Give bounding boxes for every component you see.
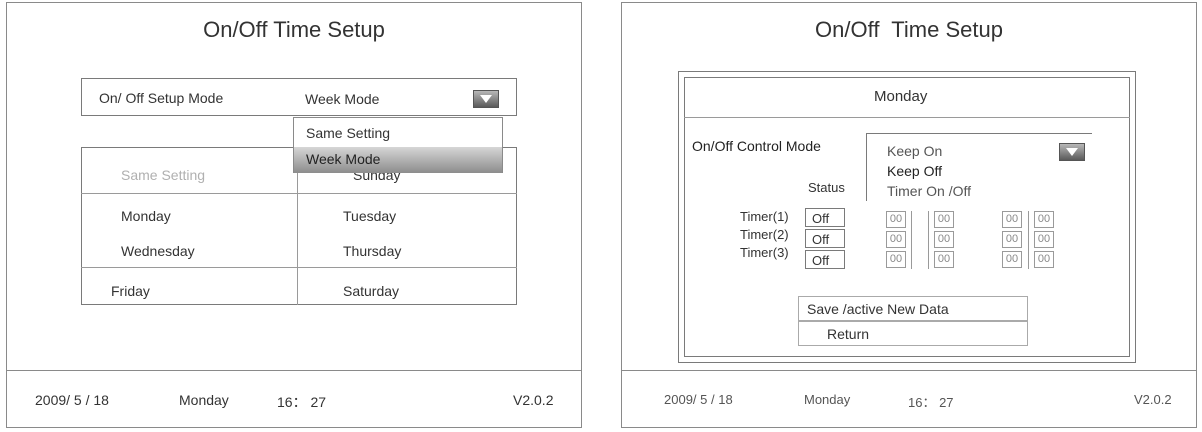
save-button-label: Save /active New Data xyxy=(807,301,949,317)
status-header: Status xyxy=(808,180,845,195)
day-cell-thursday[interactable]: Thursday xyxy=(343,243,401,259)
timer-1-off-minute[interactable]: 00 xyxy=(1034,211,1054,228)
day-grid-line xyxy=(81,193,517,194)
control-option-keep-on[interactable]: Keep On xyxy=(887,143,942,159)
status-version: V2.0.2 xyxy=(513,392,554,408)
timer-2-on-hour[interactable]: 00 xyxy=(886,231,906,248)
day-title: Monday xyxy=(874,88,928,105)
right-screen: On/Off Time Setup Monday On/Off Control … xyxy=(621,2,1197,428)
status-time: 16： 27 xyxy=(277,394,327,410)
status-weekday: Monday xyxy=(804,392,851,407)
save-active-new-data-button[interactable]: Save /active New Data xyxy=(798,296,1028,321)
timer-2-off-hour[interactable]: 00 xyxy=(1002,231,1022,248)
timer-2-off-minute[interactable]: 00 xyxy=(1034,231,1054,248)
timer-3-label: Timer(3) xyxy=(740,245,789,260)
setup-mode-select[interactable]: Week Mode xyxy=(295,87,505,113)
timer-separator xyxy=(928,211,929,269)
timer-2-status[interactable]: Off xyxy=(805,229,845,248)
status-version: V2.0.2 xyxy=(1134,392,1172,407)
chevron-down-icon[interactable] xyxy=(473,90,499,108)
control-mode-label: On/Off Control Mode xyxy=(692,138,821,154)
left-page-title: On/Off Time Setup xyxy=(203,17,385,42)
timer-separator xyxy=(1028,211,1029,269)
timer-2-label: Timer(2) xyxy=(740,227,789,242)
timer-3-status[interactable]: Off xyxy=(805,250,845,269)
day-grid-line xyxy=(81,267,517,268)
timer-1-status-value: Off xyxy=(812,211,830,226)
timer-3-off-hour[interactable]: 00 xyxy=(1002,251,1022,268)
setup-mode-dropdown: Same Setting Week Mode xyxy=(293,117,503,173)
day-cell-same-setting[interactable]: Same Setting xyxy=(121,167,205,183)
dropdown-option-same-setting[interactable]: Same Setting xyxy=(306,125,390,141)
return-button-label: Return xyxy=(827,326,870,342)
timer-1-on-minute[interactable]: 00 xyxy=(934,211,954,228)
timer-1-off-hour[interactable]: 00 xyxy=(1002,211,1022,228)
day-cell-wednesday[interactable]: Wednesday xyxy=(121,243,195,259)
timer-2-on-minute[interactable]: 00 xyxy=(934,231,954,248)
right-status-bar: 2009/ 5 / 18 Monday 16： 27 V2.0.2 xyxy=(622,370,1196,428)
control-option-keep-off[interactable]: Keep Off xyxy=(887,163,942,179)
chevron-down-icon[interactable] xyxy=(1059,143,1085,161)
status-date: 2009/ 5 / 18 xyxy=(35,392,109,408)
timer-1-label: Timer(1) xyxy=(740,209,789,224)
setup-mode-value: Week Mode xyxy=(305,91,380,107)
status-date: 2009/ 5 / 18 xyxy=(664,392,733,407)
timer-3-on-minute[interactable]: 00 xyxy=(934,251,954,268)
left-status-bar: 2009/ 5 / 18 Monday 16： 27 V2.0.2 xyxy=(7,370,581,428)
timer-3-off-minute[interactable]: 00 xyxy=(1034,251,1054,268)
dropdown-option-week-mode[interactable]: Week Mode xyxy=(294,147,502,173)
day-title-divider xyxy=(684,117,1130,118)
right-page-title: On/Off Time Setup xyxy=(815,17,1003,42)
day-cell-monday[interactable]: Monday xyxy=(121,208,171,224)
day-cell-friday[interactable]: Friday xyxy=(111,283,150,299)
status-weekday: Monday xyxy=(179,392,229,408)
day-cell-saturday[interactable]: Saturday xyxy=(343,283,399,299)
timer-1-on-hour[interactable]: 00 xyxy=(886,211,906,228)
control-option-timer[interactable]: Timer On /Off xyxy=(887,183,971,199)
timer-separator xyxy=(911,211,912,269)
left-screen: On/Off Time Setup On/ Off Setup Mode Wee… xyxy=(6,2,582,428)
control-mode-select[interactable]: Keep On Keep Off Timer On /Off xyxy=(866,133,1092,201)
dropdown-option-week-mode-label: Week Mode xyxy=(306,151,381,167)
timer-3-status-value: Off xyxy=(812,253,830,268)
timer-3-on-hour[interactable]: 00 xyxy=(886,251,906,268)
timer-2-status-value: Off xyxy=(812,232,830,247)
day-cell-tuesday[interactable]: Tuesday xyxy=(343,208,396,224)
timer-1-status[interactable]: Off xyxy=(805,208,845,227)
status-time: 16： 27 xyxy=(908,395,954,410)
setup-mode-label: On/ Off Setup Mode xyxy=(99,90,224,106)
return-button[interactable]: Return xyxy=(798,321,1028,346)
